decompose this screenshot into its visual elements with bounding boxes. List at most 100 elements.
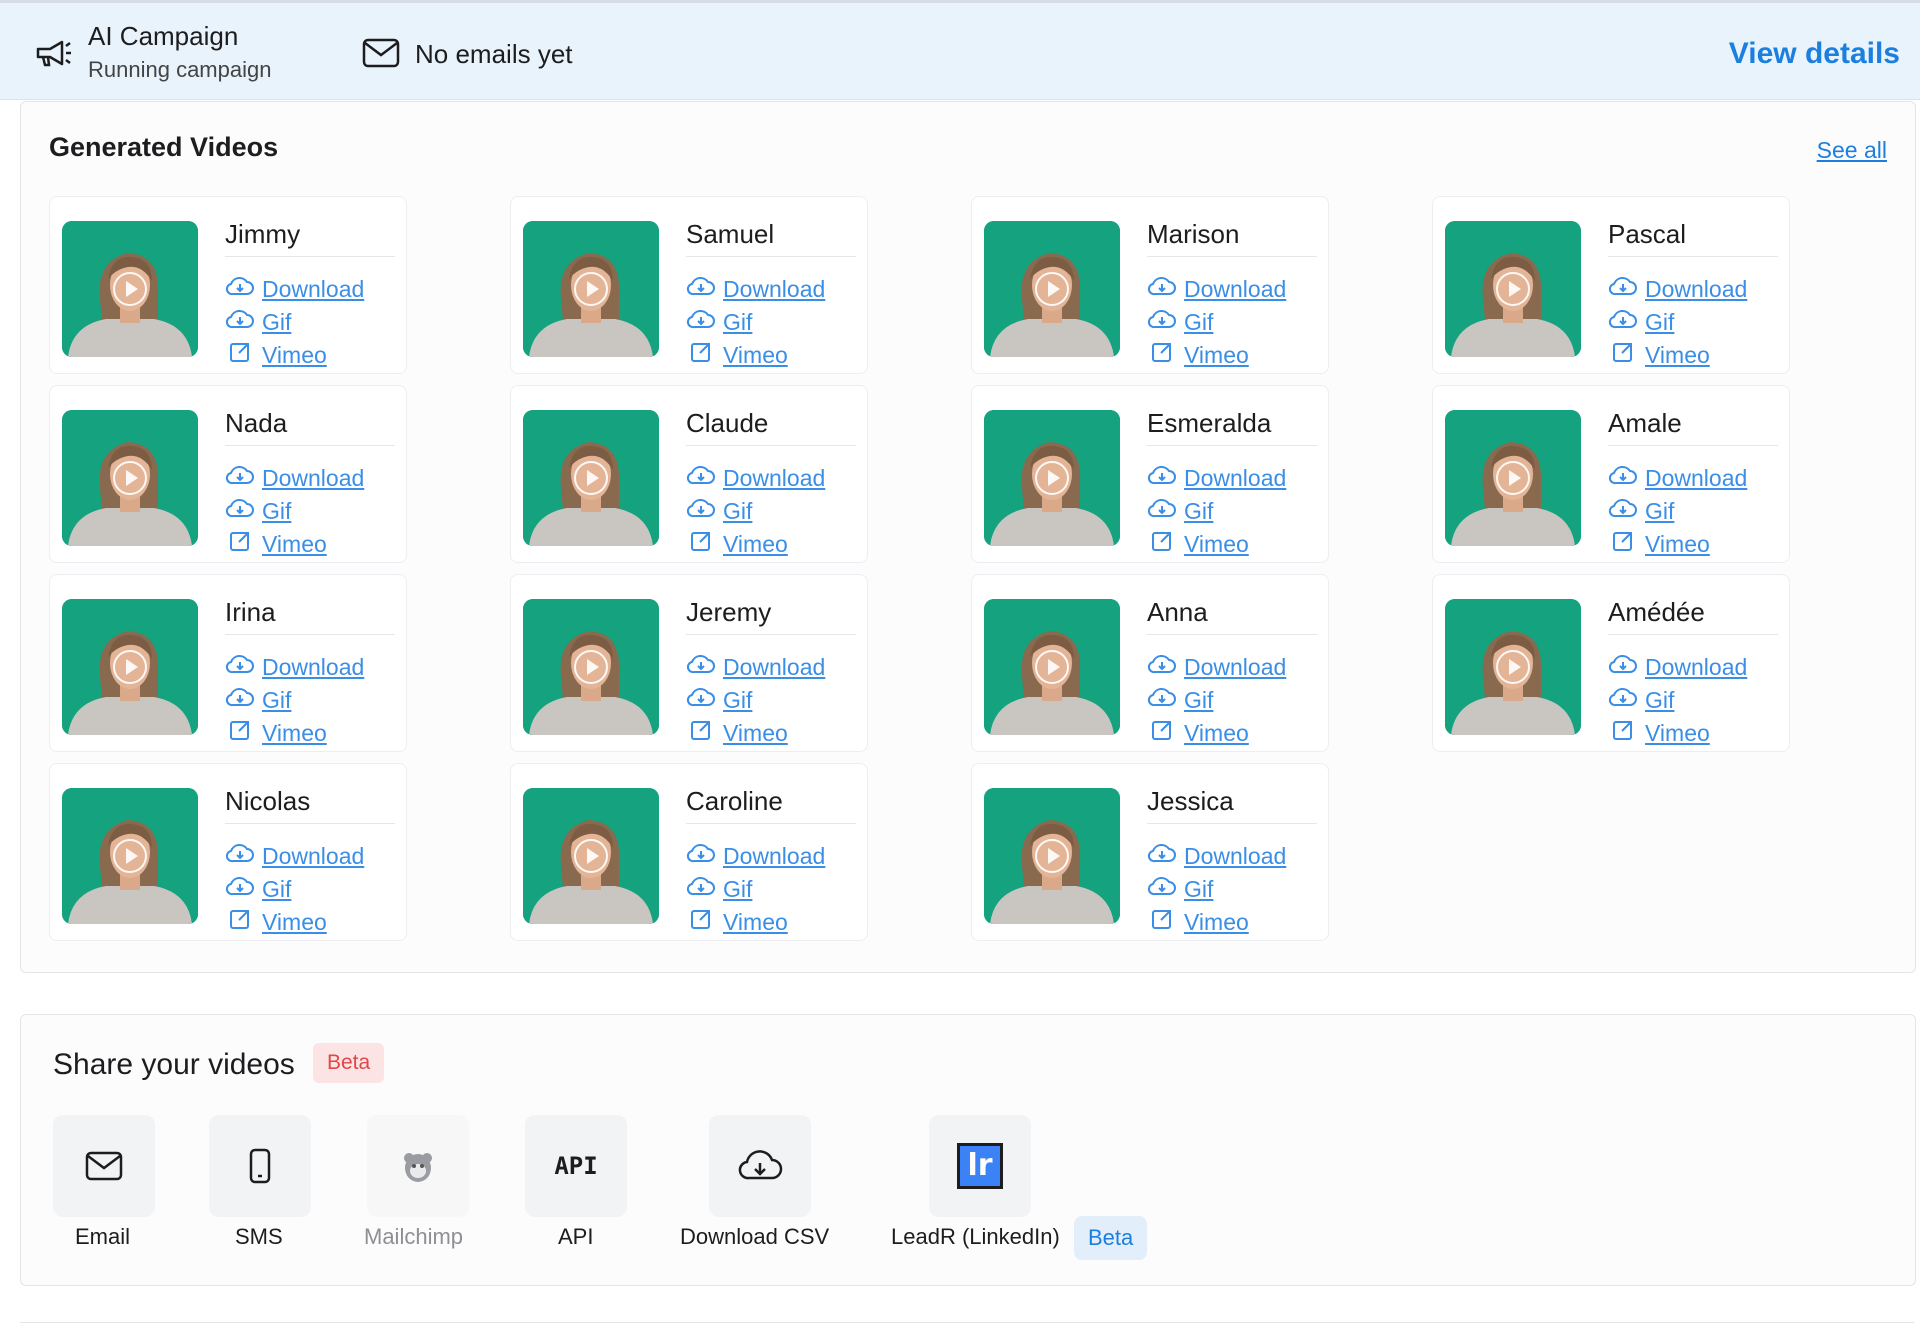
video-thumbnail[interactable] [523,410,659,546]
external-link-icon [686,719,723,747]
video-thumbnail[interactable] [984,221,1120,357]
cloud-download-icon [225,308,262,336]
video-thumbnail[interactable] [984,410,1120,546]
video-thumbnail[interactable] [523,788,659,924]
cloud-download-icon [1608,464,1645,492]
download-link[interactable]: Download [1147,842,1286,870]
megaphone-icon [36,40,71,67]
gif-link[interactable]: Gif [1147,497,1213,525]
share-sms-button[interactable] [209,1115,311,1217]
download-link[interactable]: Download [686,275,825,303]
vimeo-link[interactable]: Vimeo [225,719,327,747]
vimeo-label: Vimeo [723,719,788,746]
vimeo-label: Vimeo [1184,530,1249,557]
gif-link[interactable]: Gif [225,497,291,525]
gif-label: Gif [262,497,292,524]
download-label: Download [262,275,365,302]
download-label: Download [723,653,826,680]
vimeo-label: Vimeo [1645,530,1710,557]
gif-link[interactable]: Gif [1608,686,1674,714]
cloud-download-icon [686,497,723,525]
video-thumbnail[interactable] [984,788,1120,924]
vimeo-link[interactable]: Vimeo [225,341,327,369]
gif-label: Gif [723,497,753,524]
vimeo-link[interactable]: Vimeo [1147,908,1249,936]
video-thumbnail[interactable] [62,599,198,735]
cloud-download-icon [225,875,262,903]
vimeo-link[interactable]: Vimeo [686,719,788,747]
vimeo-link[interactable]: Vimeo [686,530,788,558]
vimeo-link[interactable]: Vimeo [1608,341,1710,369]
video-thumbnail[interactable] [1445,599,1581,735]
share-api-button[interactable]: API [525,1115,627,1217]
person-name: Jimmy [225,219,395,257]
download-label: Download [1184,275,1287,302]
download-link[interactable]: Download [1147,464,1286,492]
gif-label: Gif [262,686,292,713]
gif-link[interactable]: Gif [1147,875,1213,903]
download-link[interactable]: Download [225,464,364,492]
download-link[interactable]: Download [686,464,825,492]
video-thumbnail[interactable] [523,599,659,735]
gif-link[interactable]: Gif [225,308,291,336]
download-label: Download [1184,653,1287,680]
download-link[interactable]: Download [225,275,364,303]
gif-link[interactable]: Gif [686,308,752,336]
gif-link[interactable]: Gif [686,497,752,525]
vimeo-link[interactable]: Vimeo [225,908,327,936]
leadr-beta-badge: Beta [1074,1216,1148,1260]
share-download-csv-button[interactable] [709,1115,811,1217]
download-link[interactable]: Download [1608,275,1747,303]
gif-link[interactable]: Gif [225,686,291,714]
vimeo-link[interactable]: Vimeo [1147,719,1249,747]
video-thumbnail[interactable] [984,599,1120,735]
download-label: Download [262,464,365,491]
person-name: Caroline [686,786,856,824]
vimeo-label: Vimeo [262,341,327,368]
download-link[interactable]: Download [686,842,825,870]
vimeo-label: Vimeo [1184,719,1249,746]
vimeo-link[interactable]: Vimeo [686,341,788,369]
cloud-download-icon [225,686,262,714]
download-label: Download [1184,842,1287,869]
vimeo-link[interactable]: Vimeo [1147,530,1249,558]
vimeo-label: Vimeo [1184,908,1249,935]
gif-link[interactable]: Gif [686,686,752,714]
video-thumbnail[interactable] [1445,410,1581,546]
view-details-link[interactable]: View details [1729,37,1900,71]
gif-link[interactable]: Gif [686,875,752,903]
video-thumbnail[interactable] [62,410,198,546]
video-thumbnail[interactable] [523,221,659,357]
download-label: Download [723,842,826,869]
download-link[interactable]: Download [1608,464,1747,492]
person-name: Esmeralda [1147,408,1317,446]
gif-label: Gif [1184,875,1214,902]
download-link[interactable]: Download [225,653,364,681]
gif-label: Gif [1645,308,1675,335]
download-link[interactable]: Download [225,842,364,870]
gif-link[interactable]: Gif [1608,308,1674,336]
cloud-download-icon [225,653,262,681]
api-icon: API [554,1152,597,1180]
share-email-button[interactable] [53,1115,155,1217]
download-link[interactable]: Download [686,653,825,681]
download-link[interactable]: Download [1147,275,1286,303]
see-all-link[interactable]: See all [1817,137,1887,164]
share-mailchimp-button[interactable] [367,1115,469,1217]
video-thumbnail[interactable] [62,221,198,357]
download-link[interactable]: Download [1147,653,1286,681]
vimeo-link[interactable]: Vimeo [1608,530,1710,558]
vimeo-link[interactable]: Vimeo [1608,719,1710,747]
gif-link[interactable]: Gif [1147,308,1213,336]
vimeo-link[interactable]: Vimeo [1147,341,1249,369]
video-thumbnail[interactable] [1445,221,1581,357]
video-thumbnail[interactable] [62,788,198,924]
vimeo-link[interactable]: Vimeo [225,530,327,558]
gif-link[interactable]: Gif [225,875,291,903]
vimeo-link[interactable]: Vimeo [686,908,788,936]
download-label: Download [723,275,826,302]
share-leadr-button[interactable]: lr [929,1115,1031,1217]
gif-link[interactable]: Gif [1147,686,1213,714]
download-link[interactable]: Download [1608,653,1747,681]
gif-link[interactable]: Gif [1608,497,1674,525]
